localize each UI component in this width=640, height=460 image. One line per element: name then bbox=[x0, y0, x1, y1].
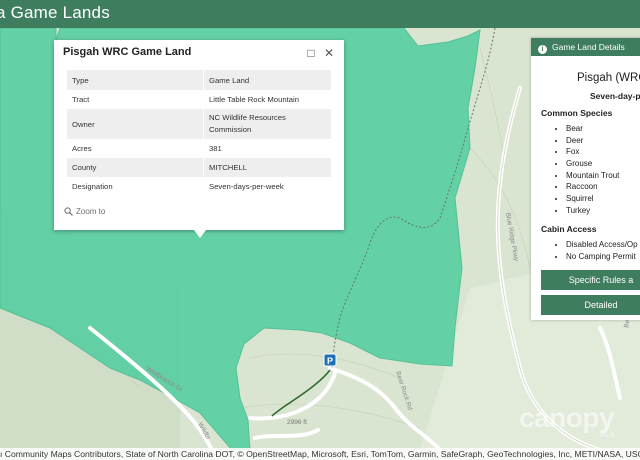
table-row: Owner NC Wildlife Resources Commission bbox=[67, 109, 331, 139]
zoom-to-label: Zoom to bbox=[76, 207, 106, 216]
details-panel-header[interactable]: i Game Land Details bbox=[531, 38, 640, 56]
feature-popup[interactable]: Pisgah WRC Game Land □ ✕ Type Game Land … bbox=[54, 40, 344, 238]
list-item: Raccoon bbox=[566, 181, 619, 193]
list-item: No Camping Permit bbox=[566, 251, 638, 263]
list-item: Bear bbox=[566, 123, 619, 135]
table-row: Acres 381 bbox=[67, 139, 331, 158]
list-item: Disabled Access/Op bbox=[566, 239, 638, 251]
details-panel-title: Game Land Details bbox=[552, 42, 625, 52]
close-icon[interactable]: ✕ bbox=[322, 46, 336, 60]
access-heading: Cabin Access bbox=[541, 224, 597, 234]
attribute-value: Game Land bbox=[209, 75, 250, 85]
attribute-key: Owner bbox=[67, 109, 204, 139]
info-icon: i bbox=[538, 45, 547, 54]
parking-icon-label: P bbox=[327, 356, 333, 366]
table-row: Type Game Land bbox=[67, 70, 331, 90]
table-row: Designation Seven-days-per-week bbox=[67, 177, 331, 196]
attribute-value: NC Wildlife Resources Commission bbox=[209, 113, 286, 134]
game-land-designation: Seven-day-p bbox=[590, 91, 640, 101]
access-list: Disabled Access/Op No Camping Permit bbox=[540, 239, 638, 262]
attribute-value: MITCHELL bbox=[209, 163, 248, 172]
map-attribution: ı Community Maps Contributors, State of … bbox=[0, 448, 640, 460]
table-row: Tract Little Table Rock Mountain bbox=[67, 90, 331, 109]
detailed-button[interactable]: Detailed bbox=[541, 295, 640, 315]
maximize-icon[interactable]: □ bbox=[304, 46, 318, 60]
attribute-key: Acres bbox=[67, 139, 204, 158]
attribute-value: Little Table Rock Mountain bbox=[209, 95, 300, 104]
list-item: Turkey bbox=[566, 205, 619, 217]
attribute-key: Tract bbox=[67, 90, 204, 109]
attribute-value: 381 bbox=[209, 144, 222, 153]
table-row: County MITCHELL bbox=[67, 158, 331, 177]
list-item: Fox bbox=[566, 146, 619, 158]
list-item: Deer bbox=[566, 135, 619, 147]
canopy-watermark-sub: MLS bbox=[600, 433, 616, 439]
species-list: Bear Deer Fox Grouse Mountain Trout Racc… bbox=[540, 123, 619, 217]
species-heading: Common Species bbox=[541, 108, 613, 118]
app-header: a Game Lands bbox=[0, 0, 640, 28]
specific-rules-button[interactable]: Specific Rules a bbox=[541, 270, 640, 290]
list-item: Grouse bbox=[566, 158, 619, 170]
popup-title: Pisgah WRC Game Land bbox=[63, 46, 192, 58]
attribute-table: Type Game Land Tract Little Table Rock M… bbox=[67, 70, 331, 196]
canopy-watermark: canopy bbox=[519, 402, 615, 433]
game-land-name: Pisgah (WRC bbox=[577, 72, 640, 84]
attribute-key: Designation bbox=[67, 177, 204, 196]
elevation-label: 2996 ft bbox=[287, 419, 307, 426]
magnifier-icon bbox=[64, 207, 73, 218]
zoom-to-button[interactable]: Zoom to bbox=[64, 207, 105, 218]
list-item: Squirrel bbox=[566, 193, 619, 205]
attribute-key: Type bbox=[67, 70, 204, 90]
details-panel: i Game Land Details Pisgah (WRC Seven-day… bbox=[531, 38, 640, 320]
attribute-value: Seven-days-per-week bbox=[209, 182, 284, 191]
list-item: Mountain Trout bbox=[566, 170, 619, 182]
app-title: a Game Lands bbox=[0, 3, 110, 22]
attribute-key: County bbox=[67, 158, 204, 177]
